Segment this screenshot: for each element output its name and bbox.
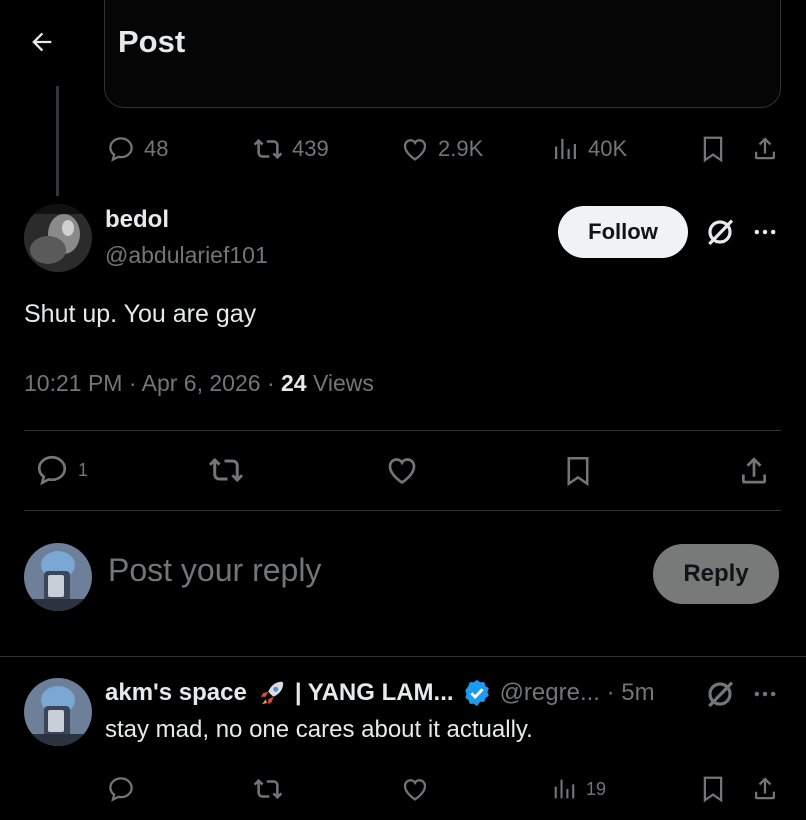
heart-icon — [388, 458, 416, 485]
reply-action[interactable] — [106, 774, 136, 804]
post-meta: 10:21 PM · Apr 6, 2026 · 24 Views — [24, 370, 374, 397]
meta-separator: · — [128, 370, 142, 396]
heart-icon — [403, 139, 427, 161]
reply-author-suffix[interactable]: | YANG LAM... — [295, 679, 454, 707]
more-button[interactable] — [750, 680, 780, 708]
post-time[interactable]: 10:21 PM — [24, 370, 122, 396]
user-avatar-image — [24, 543, 92, 611]
share-icon — [755, 777, 775, 800]
bar-chart-icon — [555, 139, 576, 159]
reply-input[interactable]: Post your reply — [108, 552, 321, 589]
bookmark-icon — [703, 136, 723, 163]
more-icon — [754, 691, 776, 697]
like-count: 2.9K — [438, 136, 484, 161]
author-avatar[interactable] — [24, 204, 92, 272]
like-button[interactable] — [384, 452, 420, 488]
reply-time[interactable]: 5m — [621, 679, 654, 707]
author-handle[interactable]: @abdularief101 — [105, 242, 268, 269]
repost-button[interactable] — [206, 452, 246, 488]
views-count: 40K — [588, 136, 628, 161]
reply-handle[interactable]: @regre... — [500, 679, 600, 707]
bookmark-button[interactable] — [561, 452, 595, 490]
share-icon — [742, 457, 766, 484]
views-label: Views — [312, 370, 374, 396]
meta-separator: · — [599, 679, 622, 706]
bookmark-icon — [567, 456, 589, 487]
divider — [0, 656, 806, 657]
like-action[interactable]: 2.9K — [400, 134, 483, 164]
repost-icon — [253, 138, 283, 160]
reply-author-name[interactable]: akm's space — [105, 679, 247, 707]
repost-count: 439 — [292, 136, 329, 161]
speech-bubble-icon — [109, 137, 133, 162]
share-button[interactable] — [750, 133, 780, 163]
views-count: 24 — [281, 370, 307, 396]
bookmark-button[interactable] — [698, 133, 728, 165]
share-button[interactable] — [750, 773, 780, 803]
repost-button[interactable] — [252, 774, 284, 804]
follow-button[interactable]: Follow — [558, 206, 688, 258]
repost-icon — [208, 457, 244, 483]
views-action[interactable]: 40K — [550, 134, 627, 164]
repost-icon — [253, 778, 283, 800]
bookmark-button[interactable] — [698, 773, 728, 805]
views-count: 19 — [586, 778, 607, 799]
author-avatar-image — [24, 204, 92, 272]
bookmark-icon — [703, 776, 723, 803]
more-icon — [754, 229, 776, 235]
back-button[interactable] — [22, 22, 62, 62]
grok-button[interactable] — [704, 216, 736, 248]
reply-author-avatar-image — [24, 678, 92, 746]
post-text: Shut up. You are gay — [24, 300, 257, 328]
reply-action[interactable]: 48 — [106, 134, 168, 164]
share-button[interactable] — [736, 452, 772, 488]
reply-text: stay mad, no one cares about it actually… — [105, 716, 533, 743]
thread-line — [56, 86, 59, 196]
divider — [24, 430, 781, 431]
heart-icon — [403, 779, 427, 801]
meta-separator: · — [266, 370, 281, 396]
user-avatar[interactable] — [24, 543, 92, 611]
grok-button[interactable] — [704, 678, 736, 710]
grok-icon — [708, 681, 734, 708]
page-title: Post — [118, 24, 186, 59]
like-button[interactable] — [400, 774, 430, 804]
bar-chart-icon — [554, 779, 575, 799]
more-button[interactable] — [750, 218, 780, 246]
divider — [24, 510, 781, 511]
views-action[interactable]: 19 — [550, 775, 606, 803]
post-date[interactable]: Apr 6, 2026 — [142, 370, 261, 396]
grok-icon — [708, 219, 734, 246]
verified-badge-icon — [464, 679, 489, 707]
speech-bubble-icon — [109, 777, 133, 802]
share-icon — [755, 137, 775, 160]
rocket-icon — [260, 681, 284, 705]
quoted-post-card[interactable] — [104, 0, 781, 108]
author-name[interactable]: bedol — [105, 206, 169, 234]
reply-count: 48 — [144, 136, 169, 161]
reply-action[interactable]: 1 — [34, 452, 88, 488]
repost-action[interactable]: 439 — [252, 134, 329, 164]
speech-bubble-icon — [37, 455, 67, 486]
reply-header: akm's space | YANG LAM... @regre... · 5m — [105, 678, 655, 708]
arrow-left-icon — [32, 32, 52, 52]
reply-count: 1 — [78, 459, 89, 480]
reply-button[interactable]: Reply — [653, 544, 779, 604]
reply-author-avatar[interactable] — [24, 678, 92, 746]
